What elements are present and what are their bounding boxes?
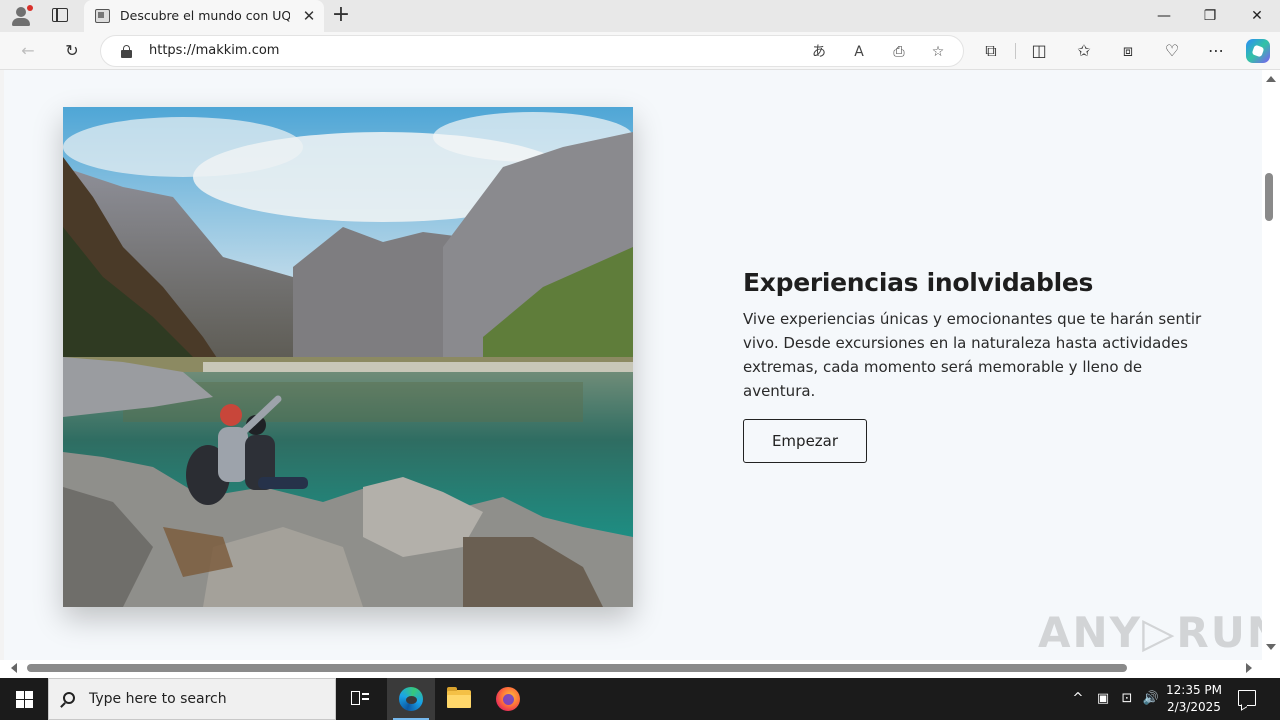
tab-close-icon[interactable]: ✕ — [300, 7, 318, 25]
task-view-icon — [351, 691, 369, 707]
lock-icon[interactable] — [121, 45, 132, 58]
vertical-scrollbar[interactable] — [1262, 70, 1280, 660]
browser-tabstrip: Descubre el mundo con UQAKBI ✕ + — ❐ ✕ — [0, 0, 1280, 32]
vertical-scroll-thumb[interactable] — [1265, 173, 1273, 221]
tab-title: Descubre el mundo con UQAKBI — [120, 8, 290, 23]
start-button[interactable] — [0, 678, 48, 720]
refresh-icon[interactable]: ↻ — [61, 40, 83, 62]
scroll-down-icon[interactable] — [1266, 644, 1276, 650]
taskbar-clock[interactable]: 12:35 PM 2/3/2025 — [1158, 682, 1230, 716]
network-icon[interactable]: ⊡ — [1118, 690, 1136, 708]
task-view-button[interactable] — [336, 678, 384, 720]
horizontal-scrollbar[interactable] — [0, 660, 1262, 678]
folder-icon — [447, 687, 471, 708]
favorite-star-icon[interactable]: ☆ — [927, 41, 949, 63]
browser-tab-active[interactable]: Descubre el mundo con UQAKBI ✕ — [84, 0, 324, 32]
toolbar-divider — [1015, 43, 1016, 59]
immersive-reader-icon[interactable]: ⎙ — [888, 41, 910, 63]
taskbar-edge[interactable] — [387, 678, 435, 720]
taskbar-firefox[interactable] — [484, 678, 532, 720]
scrollbar-corner — [1262, 660, 1280, 678]
windows-taskbar: Type here to search ^ ▣ ⊡ 🔊 12:35 PM 2/3… — [0, 678, 1280, 720]
search-icon — [63, 692, 75, 704]
clock-time: 12:35 PM — [1166, 683, 1222, 697]
clock-date: 2/3/2025 — [1167, 700, 1221, 714]
hero-landscape-image — [63, 107, 633, 607]
more-options-icon[interactable]: ⋯ — [1205, 40, 1227, 62]
extensions-icon[interactable]: ⧉ — [980, 40, 1002, 62]
scroll-left-icon[interactable] — [11, 663, 17, 673]
tray-chevron-icon[interactable]: ^ — [1069, 690, 1087, 708]
translate-icon[interactable]: あ — [808, 41, 830, 63]
edge-icon — [399, 687, 423, 711]
scroll-up-icon[interactable] — [1266, 76, 1276, 82]
taskbar-file-explorer[interactable] — [435, 678, 483, 720]
browser-essentials-icon[interactable]: ♡ — [1161, 40, 1183, 62]
address-bar[interactable]: https://makkim.com あ A ⎙ ☆ — [100, 35, 964, 67]
new-tab-button[interactable]: + — [330, 4, 352, 26]
collections-icon[interactable]: ⧈ — [1117, 40, 1139, 62]
start-button[interactable]: Empezar — [743, 419, 867, 463]
page-description: Vive experiencias únicas y emocionantes … — [743, 310, 1202, 400]
back-icon[interactable]: ← — [17, 40, 39, 62]
tab-actions-icon[interactable] — [52, 8, 68, 22]
scroll-right-icon[interactable] — [1246, 663, 1252, 673]
browser-toolbar: ← ↻ https://makkim.com あ A ⎙ ☆ ⧉ ◫ ✩ ⧈ ♡… — [0, 32, 1280, 70]
page-favicon-icon — [95, 9, 110, 23]
tray-device-icon[interactable]: ▣ — [1094, 690, 1112, 708]
firefox-icon — [496, 687, 520, 711]
address-url[interactable]: https://makkim.com — [149, 43, 279, 58]
search-placeholder: Type here to search — [89, 691, 227, 707]
copilot-icon[interactable] — [1246, 39, 1270, 63]
close-window-button[interactable]: ✕ — [1234, 0, 1280, 32]
minimize-button[interactable]: — — [1141, 0, 1187, 32]
horizontal-scroll-thumb[interactable] — [27, 664, 1127, 672]
taskbar-search-box[interactable]: Type here to search — [48, 678, 336, 720]
anyrun-watermark: ANY▷RUN — [1038, 608, 1262, 657]
page-heading: Experiencias inolvidables — [743, 268, 1094, 297]
profile-avatar-icon[interactable] — [10, 5, 33, 27]
favorites-icon[interactable]: ✩ — [1073, 40, 1095, 62]
split-screen-icon[interactable]: ◫ — [1028, 40, 1050, 62]
page-viewport: Experiencias inolvidables Vive experienc… — [4, 70, 1262, 660]
restore-button[interactable]: ❐ — [1187, 0, 1233, 32]
read-aloud-icon[interactable]: A — [848, 41, 870, 63]
notification-icon[interactable] — [1238, 690, 1256, 706]
hero-content: Experiencias inolvidables Vive experienc… — [743, 268, 1203, 463]
